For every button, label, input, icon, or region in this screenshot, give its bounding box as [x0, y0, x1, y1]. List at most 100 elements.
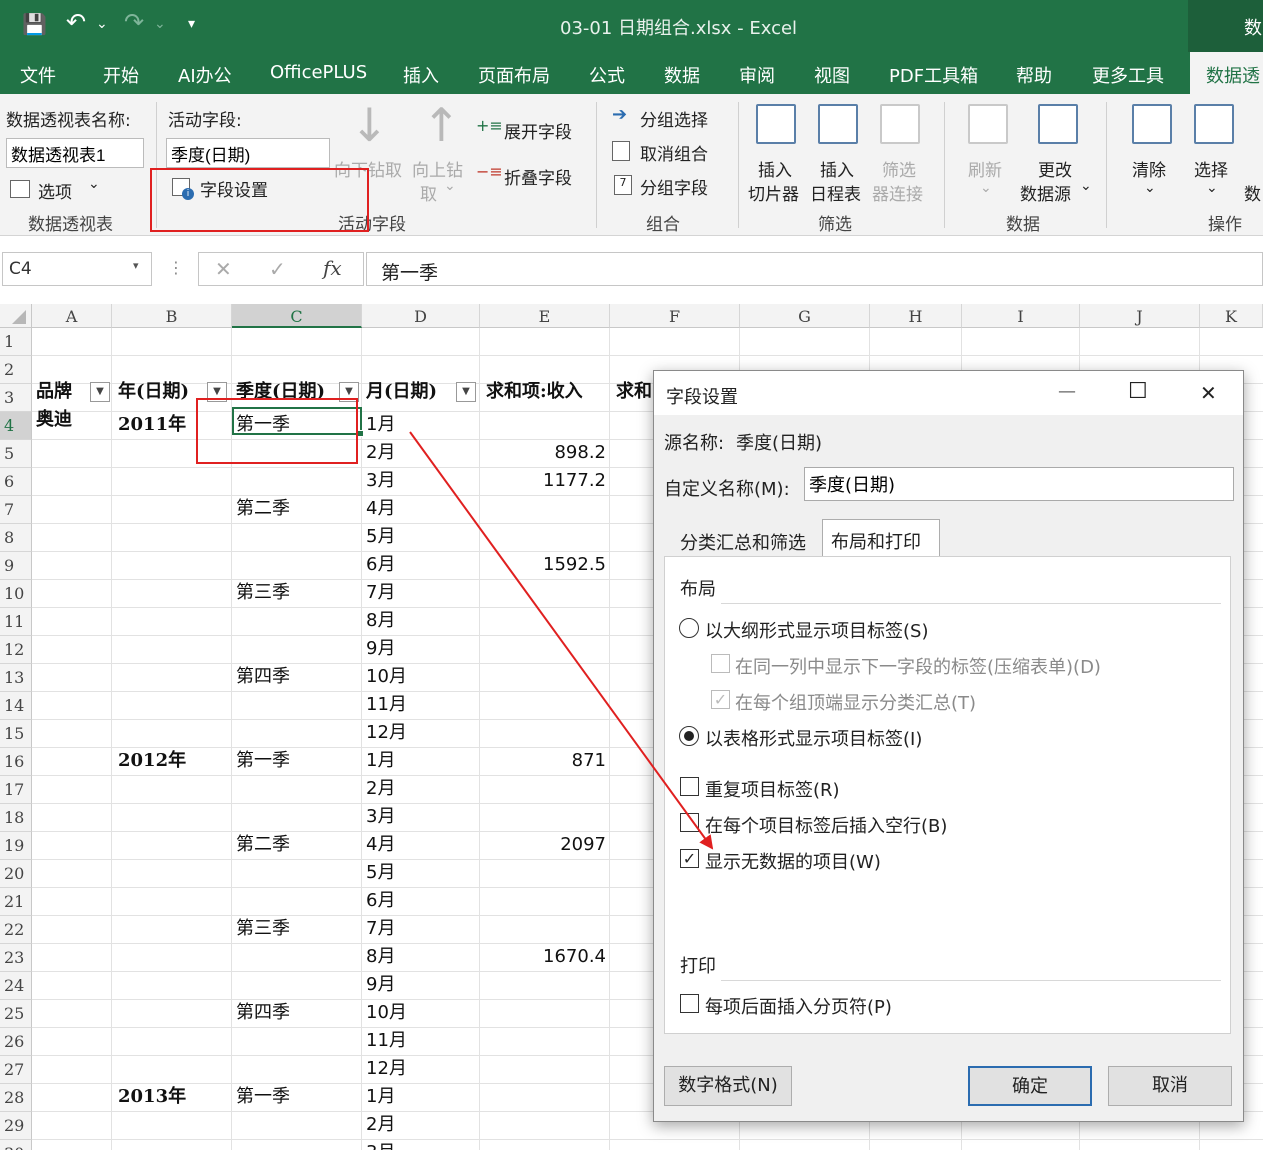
column-header-b[interactable]: B: [112, 304, 232, 328]
tab-page-layout[interactable]: 页面布局: [478, 62, 550, 88]
cell-sum-income[interactable]: 2097: [560, 831, 606, 859]
undo-dropdown-icon[interactable]: ⌄: [96, 16, 108, 32]
column-header-d[interactable]: D: [362, 304, 480, 328]
header-sum-income[interactable]: 求和项:收入: [486, 378, 583, 406]
row-header-25[interactable]: 25: [0, 1000, 32, 1028]
cell-month[interactable]: 2月: [366, 439, 395, 467]
cell-quarter[interactable]: 第二季: [236, 831, 290, 859]
row-header-24[interactable]: 24: [0, 972, 32, 1000]
redo-dropdown-icon[interactable]: ⌄: [154, 16, 166, 32]
group-field-button[interactable]: 7 分组字段: [612, 172, 732, 200]
tab-review[interactable]: 审阅: [739, 62, 775, 88]
row-header-6[interactable]: 6: [0, 468, 32, 496]
row-header-13[interactable]: 13: [0, 664, 32, 692]
column-header-a[interactable]: A: [32, 304, 112, 328]
tab-layout-print[interactable]: 布局和打印: [822, 519, 940, 557]
row-header-4[interactable]: 4: [0, 412, 32, 440]
row-header-21[interactable]: 21: [0, 888, 32, 916]
cell-month[interactable]: 12月: [366, 719, 407, 747]
checkbox-show-empty-items[interactable]: ✓: [680, 849, 699, 868]
refresh-button[interactable]: 刷新 ⌄: [964, 104, 1012, 204]
cell-month[interactable]: 4月: [366, 831, 395, 859]
column-header-e[interactable]: E: [480, 304, 610, 328]
cell-year[interactable]: 2012年: [118, 747, 186, 775]
cell-month[interactable]: 9月: [366, 971, 395, 999]
tab-pdf-tools[interactable]: PDF工具箱: [889, 62, 978, 88]
cell-month[interactable]: 1月: [366, 411, 395, 439]
filter-dropdown-icon[interactable]: ▼: [90, 382, 110, 402]
tab-view[interactable]: 视图: [814, 62, 850, 88]
row-header-11[interactable]: 11: [0, 608, 32, 636]
formula-input[interactable]: 第一季: [366, 252, 1263, 286]
cell-month[interactable]: 12月: [366, 1055, 407, 1083]
radio-outline-form[interactable]: [679, 618, 699, 638]
column-header-j[interactable]: J: [1080, 304, 1200, 328]
options-button[interactable]: 选项 ⌄: [10, 176, 110, 204]
cell-month[interactable]: 6月: [366, 887, 395, 915]
row-header-28[interactable]: 28: [0, 1084, 32, 1112]
account-area[interactable]: 数: [1188, 0, 1263, 52]
drill-up-button[interactable]: ↑ 向上钻 取 ⌄: [412, 102, 472, 205]
cell-month[interactable]: 5月: [366, 523, 395, 551]
row-header-17[interactable]: 17: [0, 776, 32, 804]
checkbox-subtotal-top[interactable]: ✓: [711, 690, 730, 709]
cancel-icon[interactable]: ✕: [215, 257, 232, 281]
radio-tabular-form[interactable]: [679, 726, 699, 746]
tab-data[interactable]: 数据: [664, 62, 700, 88]
tab-pivottable-analyze[interactable]: 数据透: [1190, 52, 1263, 94]
row-header-26[interactable]: 26: [0, 1028, 32, 1056]
save-icon[interactable]: 💾: [22, 12, 47, 36]
select-button[interactable]: 选择 ⌄: [1188, 104, 1238, 204]
row-header-16[interactable]: 16: [0, 748, 32, 776]
checkbox-page-break[interactable]: [680, 994, 699, 1013]
cell-brand[interactable]: 奥迪: [36, 406, 72, 434]
cell-month[interactable]: 10月: [366, 999, 407, 1027]
cell-quarter[interactable]: 第一季: [236, 1083, 290, 1111]
insert-slicer-button[interactable]: 插入 切片器: [748, 104, 804, 205]
filter-connections-button[interactable]: 筛选 器连接: [872, 104, 932, 205]
cell-year[interactable]: 2013年: [118, 1083, 186, 1111]
row-header-14[interactable]: 14: [0, 692, 32, 720]
row-header-30[interactable]: 30: [0, 1140, 32, 1150]
fx-icon[interactable]: fx: [323, 256, 342, 280]
insert-timeline-button[interactable]: 插入 日程表: [810, 104, 870, 205]
cell-year[interactable]: 2011年: [118, 411, 186, 439]
cell-month[interactable]: 4月: [366, 495, 395, 523]
column-header-h[interactable]: H: [870, 304, 962, 328]
tab-ai-office[interactable]: AI办公: [178, 62, 232, 88]
minimize-icon[interactable]: —: [1058, 381, 1076, 402]
row-header-12[interactable]: 12: [0, 636, 32, 664]
cell-month[interactable]: 9月: [366, 635, 395, 663]
undo-icon[interactable]: ↶: [66, 8, 86, 36]
checkbox-blank-line[interactable]: [680, 813, 699, 832]
tab-home[interactable]: 开始: [103, 62, 139, 88]
row-header-2[interactable]: 2: [0, 356, 32, 384]
cell-quarter[interactable]: 第三季: [236, 915, 290, 943]
row-header-27[interactable]: 27: [0, 1056, 32, 1084]
name-box[interactable]: C4 ▾: [2, 252, 152, 286]
row-header-23[interactable]: 23: [0, 944, 32, 972]
row-header-29[interactable]: 29: [0, 1112, 32, 1140]
cell-month[interactable]: 8月: [366, 607, 395, 635]
cell-quarter[interactable]: 第四季: [236, 663, 290, 691]
cell-sum-income[interactable]: 871: [572, 747, 606, 775]
row-header-5[interactable]: 5: [0, 440, 32, 468]
cell-month[interactable]: 7月: [366, 579, 395, 607]
cell-month[interactable]: 11月: [366, 1027, 407, 1055]
row-header-20[interactable]: 20: [0, 860, 32, 888]
column-header-f[interactable]: F: [610, 304, 740, 328]
cell-month[interactable]: 3月: [366, 467, 395, 495]
column-header-k[interactable]: K: [1200, 304, 1263, 328]
fill-handle[interactable]: [357, 430, 364, 437]
cell-month[interactable]: 1月: [366, 1083, 395, 1111]
cell-month[interactable]: 8月: [366, 943, 395, 971]
header-year[interactable]: 年(日期): [118, 378, 189, 406]
cell-month[interactable]: 6月: [366, 551, 395, 579]
cell-sum-income[interactable]: 898.2: [554, 439, 606, 467]
close-icon[interactable]: ✕: [1200, 381, 1217, 405]
customize-qat-icon[interactable]: ▾: [188, 16, 195, 32]
row-header-1[interactable]: 1: [0, 328, 32, 356]
tab-insert[interactable]: 插入: [403, 62, 439, 88]
row-header-10[interactable]: 10: [0, 580, 32, 608]
cell-quarter[interactable]: 第四季: [236, 999, 290, 1027]
